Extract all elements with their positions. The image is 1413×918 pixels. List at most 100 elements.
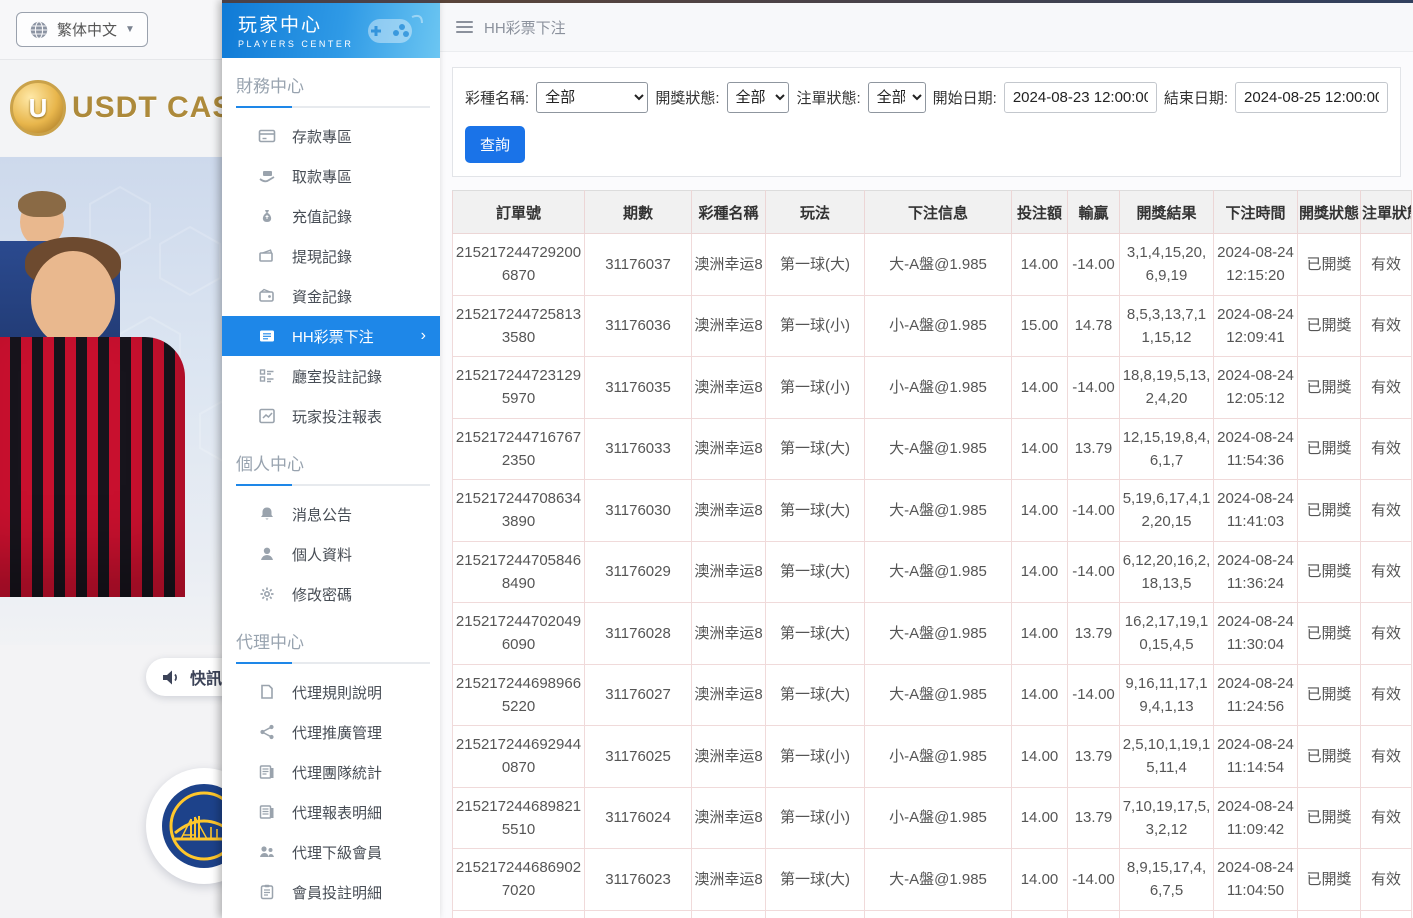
table-cell: 大-A盤@1.985 — [865, 480, 1012, 542]
lottery-bet-icon — [258, 327, 276, 345]
table-cell: 31176024 — [585, 787, 692, 849]
chevron-down-icon: ▼ — [125, 24, 135, 35]
table-cell: 2152172446779623200 — [453, 910, 585, 918]
sidebar-item-team-stats[interactable]: 代理團隊統計 — [222, 752, 440, 792]
table-cell: 5,19,6,17,4,12,20,15 — [1120, 480, 1214, 542]
table-cell: 已開獎 — [1298, 234, 1361, 296]
table-cell: 大-A盤@1.985 — [865, 418, 1012, 480]
table-cell: 已開獎 — [1298, 541, 1361, 603]
table-cell: 大-A盤@1.985 — [865, 541, 1012, 603]
sidebar-item-person[interactable]: 個人資料 — [222, 534, 440, 574]
table-cell: 大-A盤@1.985 — [865, 234, 1012, 296]
person-icon — [258, 545, 276, 563]
draw-status-select[interactable]: 全部 — [727, 82, 790, 113]
table-row: 215217244698966522031176027澳洲幸运8第一球(大)大-… — [453, 664, 1412, 726]
sidebar-item-deposit-card[interactable]: 存款專區 — [222, 116, 440, 156]
table-cell: 有效 — [1361, 295, 1412, 357]
sidebar-item-recharge-moneybag[interactable]: 充值記錄 — [222, 196, 440, 236]
table-cell: 有效 — [1361, 603, 1412, 665]
table-cell: 31176025 — [585, 726, 692, 788]
table-cell: 7,10,19,17,5,3,2,12 — [1120, 787, 1214, 849]
table-cell: 14.00 — [1012, 787, 1068, 849]
table-cell: 大-A盤@1.985 — [865, 664, 1012, 726]
table-cell: 2024-08-24 10:49:56 — [1214, 910, 1298, 918]
table-cell: 澳洲幸运8 — [692, 910, 766, 918]
sidebar-item-lottery-bet[interactable]: HH彩票下注› — [222, 316, 440, 356]
player-report-icon — [258, 407, 276, 425]
bet-detail-icon — [258, 883, 276, 901]
filter-panel: 彩種名稱: 全部 開獎狀態: 全部 注單狀態: 全部 開始日期: 結束日期: 查… — [452, 67, 1401, 177]
sidebar-item-gear[interactable]: 修改密碼 — [222, 574, 440, 614]
table-cell: 14.00 — [1012, 234, 1068, 296]
sidebar-item-label: 存款專區 — [292, 126, 352, 147]
table-cell: 已開獎 — [1298, 849, 1361, 911]
language-selector[interactable]: 繁体中文 ▼ — [16, 12, 148, 47]
query-button[interactable]: 查詢 — [465, 126, 525, 163]
table-cell: 2024-08-24 11:24:56 — [1214, 664, 1298, 726]
column-header: 訂單號 — [453, 191, 585, 234]
table-cell: 2024-08-24 11:36:24 — [1214, 541, 1298, 603]
table-row: 215217244723129597031176035澳洲幸运8第一球(小)小-… — [453, 357, 1412, 419]
table-cell: 2024-08-24 11:54:36 — [1214, 418, 1298, 480]
sidebar-item-document[interactable]: 代理規則說明 — [222, 672, 440, 712]
sidebar-item-player-report[interactable]: 玩家投注報表 — [222, 396, 440, 436]
brand-coin-logo[interactable]: U — [10, 80, 66, 136]
table-row: 215217244725813358031176036澳洲幸运8第一球(小)小-… — [453, 295, 1412, 357]
sidebar-item-bell[interactable]: 消息公告 — [222, 494, 440, 534]
table-cell: 小-A盤@1.985 — [865, 910, 1012, 918]
order-status-select[interactable]: 全部 — [868, 82, 926, 113]
section-divider — [236, 106, 430, 108]
table-cell: 3,1,4,15,20,6,9,19 — [1120, 234, 1214, 296]
table-cell: 澳洲幸运8 — [692, 849, 766, 911]
sidebar-item-members[interactable]: 代理下級會員 — [222, 832, 440, 872]
deposit-card-icon — [258, 127, 276, 145]
sidebar-item-report-detail[interactable]: 代理報表明細 — [222, 792, 440, 832]
sidebar-item-funds-wallet[interactable]: 資金記錄 — [222, 276, 440, 316]
table-cell: 2024-08-24 12:09:41 — [1214, 295, 1298, 357]
globe-icon — [29, 20, 49, 40]
sidebar-header: 玩家中心 PLAYERS CENTER — [222, 3, 440, 58]
sidebar-item-withdraw-hand[interactable]: 取款專區 — [222, 156, 440, 196]
table-cell: 已開獎 — [1298, 295, 1361, 357]
table-cell: 13.79 — [1068, 787, 1120, 849]
start-date-input[interactable] — [1004, 82, 1157, 113]
lottery-name-label: 彩種名稱: — [465, 87, 529, 108]
table-cell: 第一球(小) — [766, 295, 865, 357]
table-cell: 31176028 — [585, 603, 692, 665]
lottery-name-select[interactable]: 全部 — [536, 82, 648, 113]
sidebar-section-title: 財務中心 — [222, 58, 440, 106]
sidebar-item-label: 代理規則說明 — [292, 682, 382, 703]
sidebar-item-hall-bet-record[interactable]: 廳室投註記錄 — [222, 356, 440, 396]
table-header-row: 訂單號期數彩種名稱玩法下注信息投注額輸贏開獎結果下注時間開獎狀態注單狀態 — [453, 191, 1412, 234]
sidebar-section-title: 代理中心 — [222, 614, 440, 662]
table-cell: 已開獎 — [1298, 726, 1361, 788]
table-cell: 14.00 — [1012, 849, 1068, 911]
sidebar-item-transaction-detail[interactable]: 會員交易明細 — [222, 912, 440, 918]
draw-status-label: 開獎狀態: — [655, 87, 719, 108]
column-header: 下注時間 — [1214, 191, 1298, 234]
table-cell: 已開獎 — [1298, 603, 1361, 665]
table-cell: 大-A盤@1.985 — [865, 603, 1012, 665]
sidebar-item-share[interactable]: 代理推廣管理 — [222, 712, 440, 752]
table-cell: 2024-08-24 11:14:54 — [1214, 726, 1298, 788]
table-cell: 9,16,11,17,19,4,1,13 — [1120, 664, 1214, 726]
sidebar-item-label: 代理推廣管理 — [292, 722, 382, 743]
table-cell: 13.79 — [1068, 910, 1120, 918]
sidebar-item-withdrawal-record[interactable]: 提現記錄 — [222, 236, 440, 276]
table-row: 215217244677962320031176020澳洲幸运8第一球(小)小-… — [453, 910, 1412, 918]
table-cell: 14.00 — [1012, 541, 1068, 603]
table-cell: 第一球(大) — [766, 480, 865, 542]
table-cell: 有效 — [1361, 234, 1412, 296]
table-cell: 大-A盤@1.985 — [865, 849, 1012, 911]
sidebar-item-label: 消息公告 — [292, 504, 352, 525]
table-cell: 14.00 — [1012, 664, 1068, 726]
table-cell: 2024-08-24 12:15:20 — [1214, 234, 1298, 296]
table-cell: 澳洲幸运8 — [692, 603, 766, 665]
end-date-input[interactable] — [1235, 82, 1388, 113]
table-cell: -14.00 — [1068, 541, 1120, 603]
table-cell: 澳洲幸运8 — [692, 541, 766, 603]
sidebar-item-bet-detail[interactable]: 會員投註明細 — [222, 872, 440, 912]
table-cell: 有效 — [1361, 541, 1412, 603]
hamburger-menu-icon[interactable] — [456, 21, 473, 33]
column-header: 期數 — [585, 191, 692, 234]
